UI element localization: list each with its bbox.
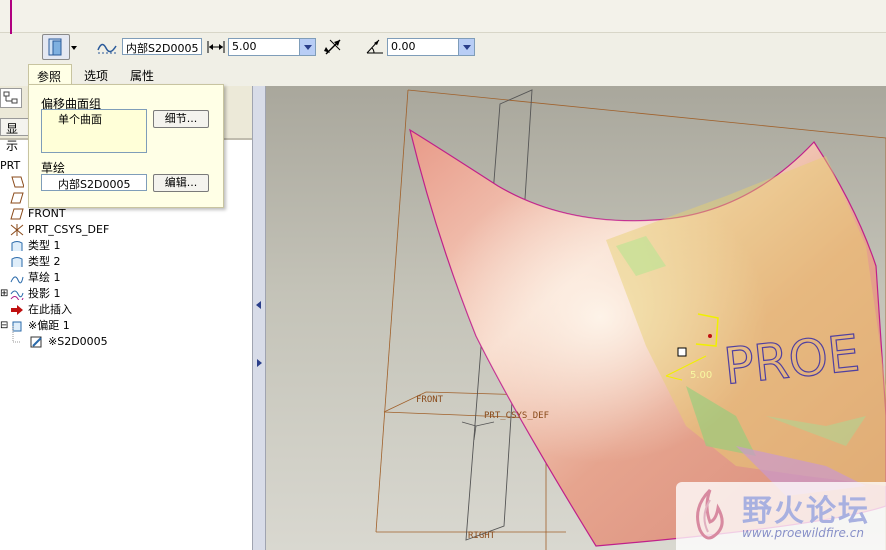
tree-item-sketch-1[interactable]: 草绘 1 [0,270,250,286]
csys-icon [10,224,24,236]
tree-item-label: 在此插入 [28,303,72,316]
tree-item-label: 类型 1 [28,239,61,252]
tree-item-label: FRONT [28,207,66,220]
tree-item-offset-1[interactable]: ⊟ ※偏距 1 [0,318,250,334]
tree-item-front[interactable]: FRONT [0,206,250,222]
tree-item-csys[interactable]: PRT_CSYS_DEF [0,222,250,238]
tree-connector-lines [12,326,20,343]
tree-item-section[interactable]: ※S2D0005 [16,334,250,350]
forum-watermark: 野火论坛 www.proewildfire.cn [676,482,886,550]
surface-icon [11,241,23,251]
tree-item-type-1[interactable]: 类型 1 [0,238,250,254]
tree-root[interactable]: PRT [0,158,30,174]
tab-references[interactable]: 参照 [28,64,72,84]
section-icon [30,336,42,348]
graphics-window[interactable]: PROE 5.00 FRONT PRT_CSYS_DEF RIGHT [266,86,886,550]
flame-logo-icon [696,488,724,540]
tree-icon [3,91,18,104]
tree-item-label: ※偏距 1 [28,319,70,332]
tree-item-label: ※S2D0005 [48,335,108,348]
edit-button[interactable]: 编辑... [153,174,209,192]
csys-axes [461,421,495,441]
datum-plane-icon [10,208,24,220]
tree-item-label: 草绘 1 [28,271,61,284]
feature-dashboard: 内部S2D0005 5.00 0.00 参照 选项 属性 [0,0,886,86]
datum-plane-icon [11,176,24,188]
insert-here-arrow-icon [11,305,23,315]
tree-item-label: 投影 1 [28,287,61,300]
sketch-reference-field[interactable]: 内部S2D0005 [122,38,202,55]
offset-surface-item[interactable]: 单个曲面 [58,111,102,127]
watermark-url: www.proewildfire.cn [742,526,864,540]
expand-plus-icon[interactable]: ⊞ [0,286,8,302]
show-menu-button[interactable]: 显示 [0,118,30,153]
tree-item-insert-here[interactable]: 在此插入 [0,302,250,318]
depth-value: 5.00 [232,40,257,53]
dashboard-header-strip [0,0,886,33]
sketch-profile-icon [96,38,118,56]
corner-mark [0,0,12,34]
drag-handle[interactable] [677,347,687,357]
tab-options[interactable]: 选项 [76,64,116,84]
collapse-left-icon[interactable] [255,300,263,313]
projection-icon [10,290,24,300]
references-panel: 偏移曲面组 单个曲面 细节... 草绘 内部S2D0005 编辑... [28,84,224,208]
csys-datum-label: PRT_CSYS_DEF [484,411,549,421]
tree-root-label: PRT [0,159,21,172]
expand-right-icon[interactable] [255,358,263,371]
tree-item-type-2[interactable]: 类型 2 [0,254,250,270]
model-tree-tab[interactable] [0,88,22,108]
watermark-title: 野火论坛 [742,494,870,529]
model-viewport[interactable]: PROE 5.00 FRONT PRT_CSYS_DEF RIGHT [266,86,886,550]
chevron-down-icon[interactable] [299,39,315,55]
offset-type-button[interactable] [42,34,70,60]
draft-angle-icon [364,37,386,57]
chevron-down-icon[interactable] [70,42,78,50]
tree-item-label: PRT_CSYS_DEF [28,223,110,236]
chevron-down-icon[interactable] [458,39,474,55]
sketch-icon [10,276,24,284]
details-button[interactable]: 细节... [153,110,209,128]
right-datum-label: RIGHT [468,531,496,541]
front-datum-label: FRONT [416,395,444,405]
panel-splitter[interactable] [252,86,266,550]
flip-direction-icon[interactable] [322,37,344,57]
sketch-collector[interactable]: 内部S2D0005 [41,174,147,191]
offset-surface-icon [48,38,62,56]
tab-properties[interactable]: 属性 [122,64,166,84]
depth-value-combo[interactable]: 5.00 [228,38,316,56]
angle-value-combo[interactable]: 0.00 [387,38,475,56]
tree-item-projection-1[interactable]: ⊞ 投影 1 [0,286,250,302]
tree-item-label: 类型 2 [28,255,61,268]
angle-value: 0.00 [391,40,416,53]
datum-plane-icon [10,192,24,204]
dimension-label[interactable]: 5.00 [690,370,712,381]
offset-surface-collector[interactable]: 单个曲面 [41,109,147,153]
surface-icon [11,257,23,267]
depth-dimension-icon [206,40,226,54]
